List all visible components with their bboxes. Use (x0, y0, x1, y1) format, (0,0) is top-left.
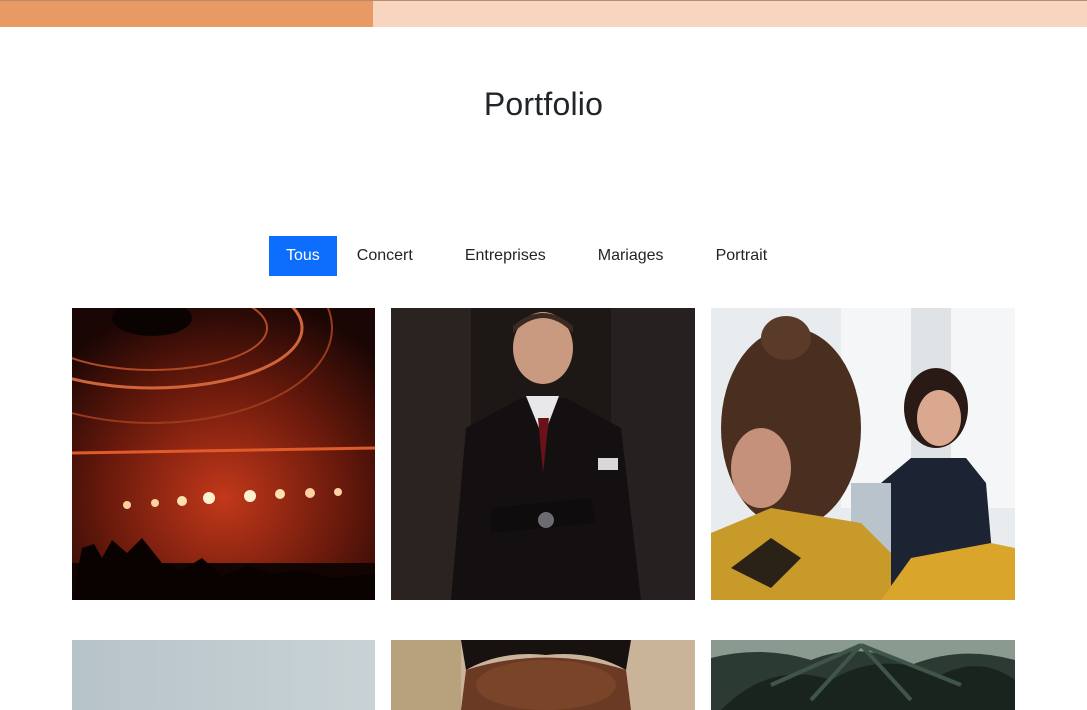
businessman-image (391, 308, 695, 600)
portfolio-filter-bar: Tous Concert Entreprises Mariages Portra… (269, 236, 784, 276)
page-title: Portfolio (483, 86, 604, 122)
gallery-image-sky[interactable] (72, 640, 375, 710)
gallery-image-face[interactable] (391, 640, 695, 710)
reading-progress-fill (0, 1, 373, 27)
office-meeting-image (711, 308, 1015, 600)
face-portrait-image (391, 640, 695, 710)
filter-concert-button[interactable]: Concert (340, 236, 430, 276)
sky-image (72, 640, 375, 710)
filter-entreprises-button[interactable]: Entreprises (448, 236, 563, 276)
concert-stage-image (72, 308, 375, 600)
palm-tree-image (711, 640, 1015, 710)
gallery-image-palm[interactable] (711, 640, 1015, 710)
gallery-image-concert[interactable] (72, 308, 375, 600)
gallery-image-meeting[interactable] (711, 308, 1015, 600)
filter-mariages-button[interactable]: Mariages (581, 236, 681, 276)
reading-progress-bar (0, 0, 1087, 27)
filter-tous-button[interactable]: Tous (269, 236, 337, 276)
filter-portrait-button[interactable]: Portrait (699, 236, 785, 276)
gallery-image-businessman[interactable] (391, 308, 695, 600)
